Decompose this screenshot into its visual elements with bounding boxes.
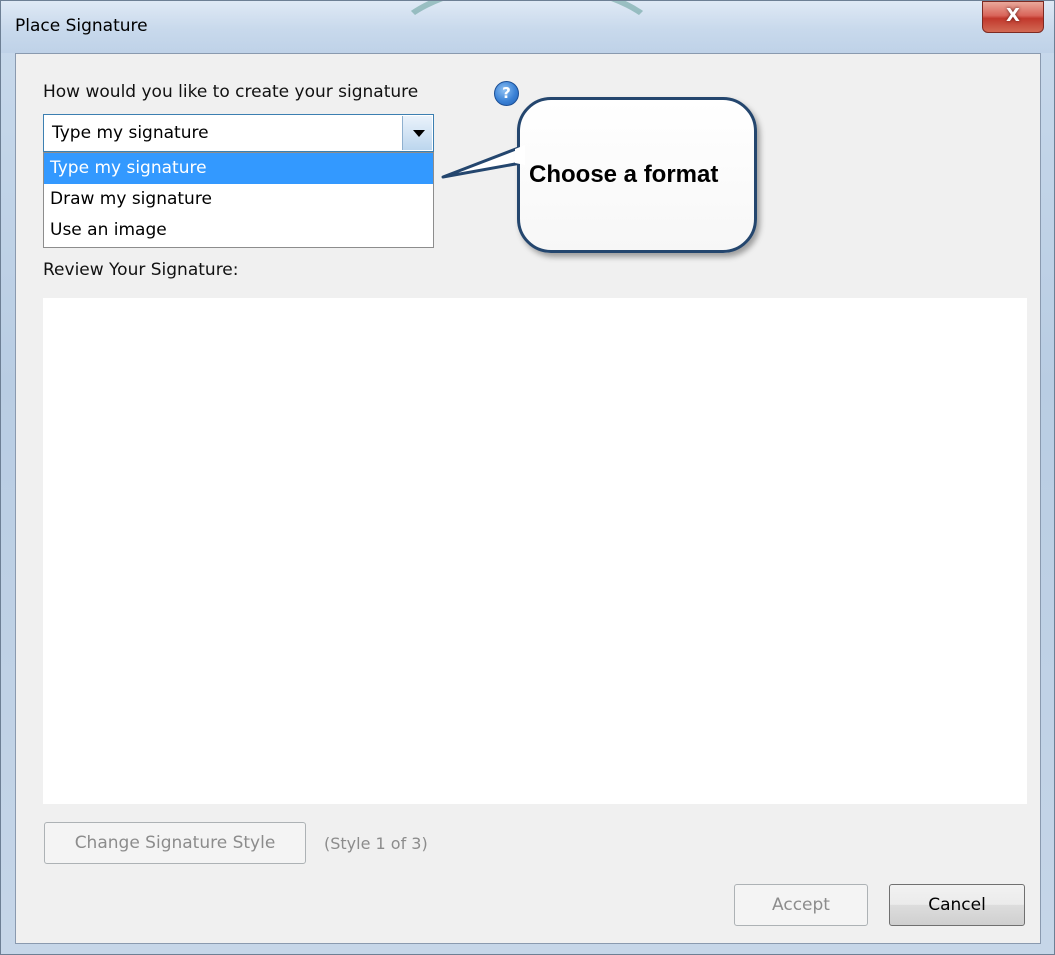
option-type-signature[interactable]: Type my signature (44, 153, 433, 184)
signature-preview-area (43, 298, 1027, 804)
create-method-label: How would you like to create your signat… (43, 82, 419, 102)
accept-button[interactable]: Accept (734, 884, 868, 926)
title-bar[interactable]: Place Signature X (1, 1, 1054, 53)
place-signature-dialog: Place Signature X How would you like to … (0, 0, 1055, 955)
window-title: Place Signature (15, 16, 148, 36)
callout-text: Choose a format (529, 161, 719, 188)
cancel-button[interactable]: Cancel (889, 884, 1025, 926)
select-value: Type my signature (52, 123, 209, 143)
close-icon: X (1006, 5, 1020, 26)
review-signature-label: Review Your Signature: (43, 260, 239, 280)
callout-annotation: Choose a format (429, 93, 769, 263)
callout-pointer-join (515, 145, 525, 165)
option-draw-signature[interactable]: Draw my signature (44, 184, 433, 215)
signature-method-options: Type my signature Draw my signature Use … (43, 152, 434, 248)
option-use-image[interactable]: Use an image (44, 215, 433, 246)
signature-method-select[interactable]: Type my signature (43, 114, 434, 152)
chevron-down-icon[interactable] (402, 116, 432, 150)
style-count-text: (Style 1 of 3) (324, 834, 428, 853)
change-signature-style-button[interactable]: Change Signature Style (44, 822, 306, 864)
title-bar-decoration (381, 1, 673, 53)
close-button[interactable]: X (982, 1, 1044, 33)
